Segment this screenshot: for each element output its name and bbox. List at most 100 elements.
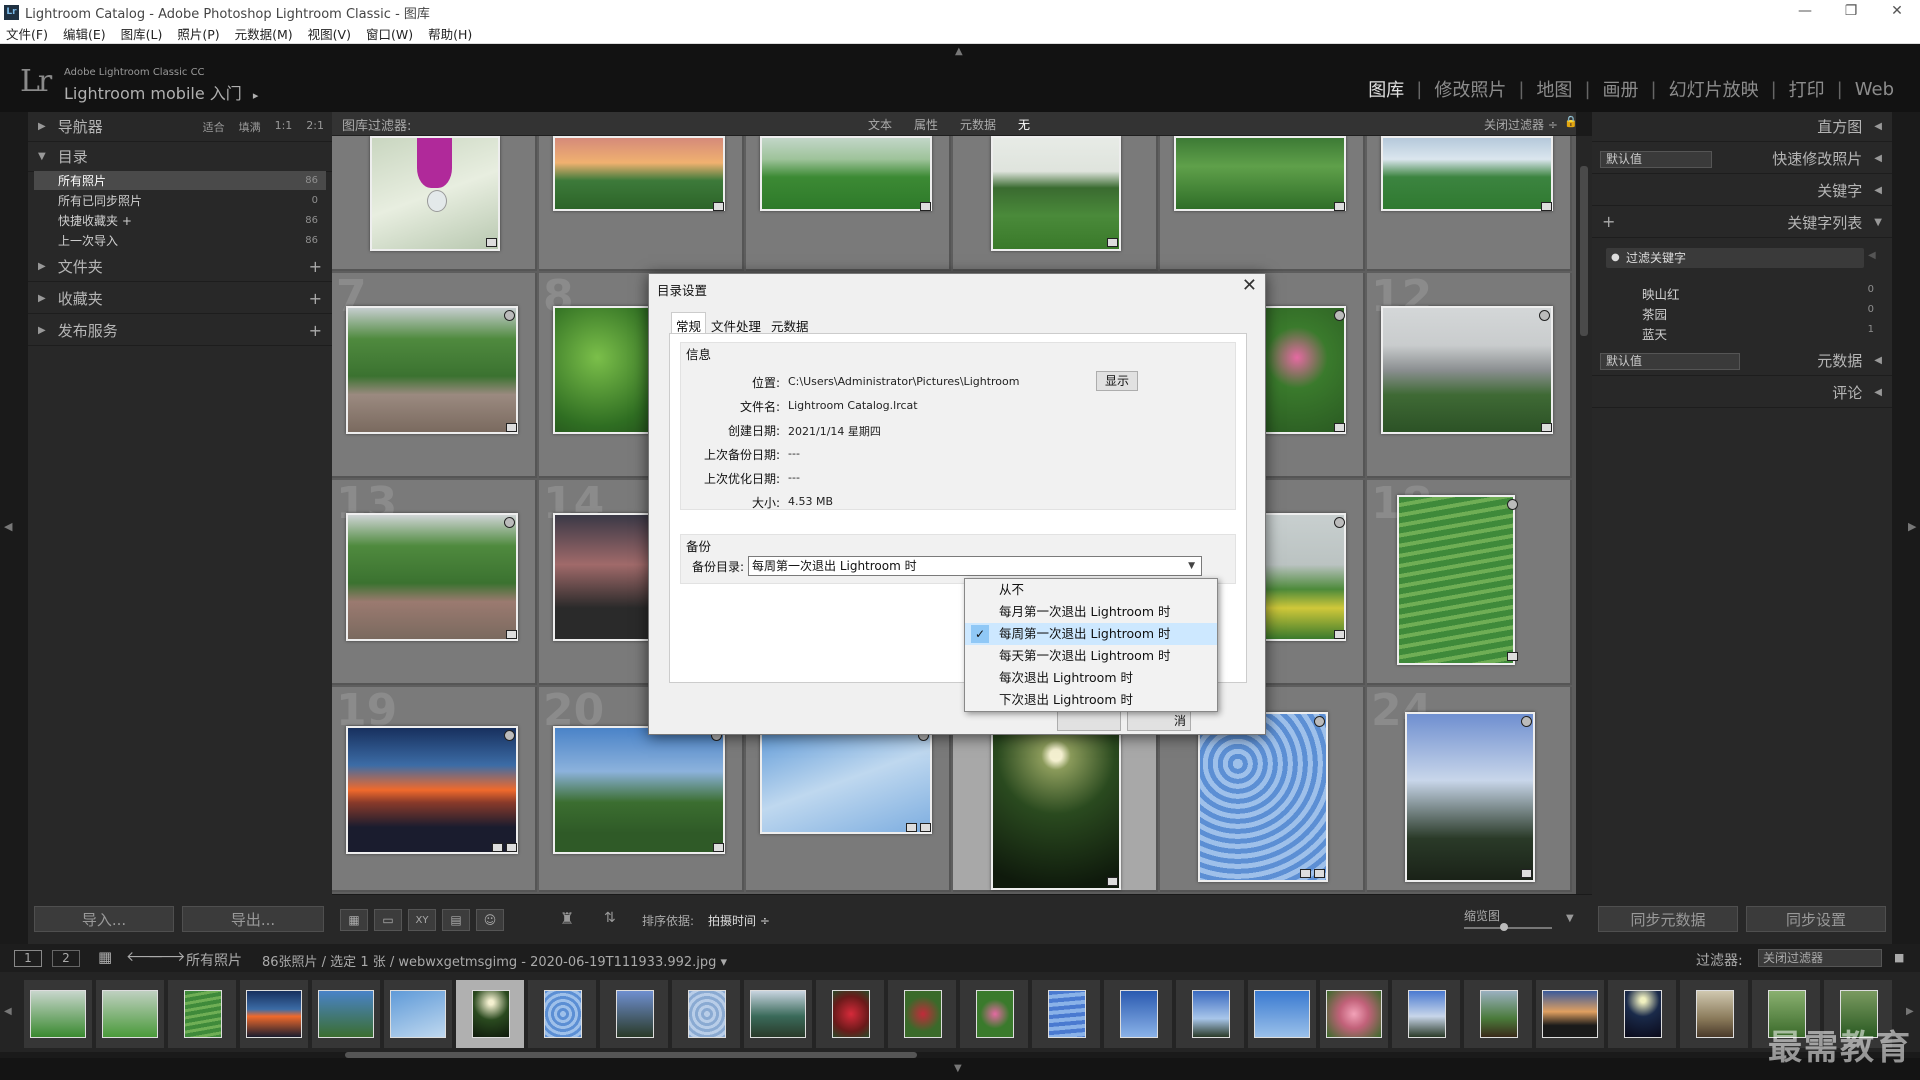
filmstrip-thumb[interactable] xyxy=(1176,980,1244,1048)
grid-cell[interactable] xyxy=(1160,136,1365,271)
menu-view[interactable]: 视图(V) xyxy=(308,24,351,43)
module-web[interactable]: Web xyxy=(1843,79,1906,100)
main-window-button[interactable]: 1 xyxy=(14,950,42,967)
keyword-list-header[interactable]: + 关键字列表 ▼ xyxy=(1592,208,1892,238)
filmstrip-thumb[interactable] xyxy=(1464,980,1532,1048)
minimize-button[interactable]: — xyxy=(1782,0,1828,24)
keyword-item[interactable]: 蓝天 1 xyxy=(1622,324,1882,343)
restore-button[interactable]: ❐ xyxy=(1828,0,1874,24)
module-map[interactable]: 地图 xyxy=(1524,76,1584,102)
collapse-right-icon[interactable]: ▶ xyxy=(1908,520,1916,533)
photo-thumbnail[interactable] xyxy=(760,136,932,211)
filmstrip-thumb[interactable] xyxy=(1320,980,1388,1048)
filmstrip-thumb[interactable] xyxy=(312,980,380,1048)
keyword-item[interactable]: 映山红 0 xyxy=(1622,284,1882,303)
comments-header[interactable]: 评论 ◀ xyxy=(1592,378,1892,408)
grid-scrollbar[interactable] xyxy=(1576,136,1592,894)
compare-view-icon[interactable]: XY xyxy=(408,909,436,931)
filter-text[interactable]: 文本 xyxy=(868,116,892,133)
metadata-header[interactable]: 默认值 元数据 ◀ xyxy=(1592,346,1892,376)
zoom-2-1[interactable]: 2:1 xyxy=(306,119,324,135)
filmstrip-thumb[interactable] xyxy=(600,980,668,1048)
filmstrip-thumb[interactable] xyxy=(672,980,740,1048)
menu-help[interactable]: 帮助(H) xyxy=(428,24,472,43)
photo-thumbnail[interactable] xyxy=(553,513,663,641)
scrollbar-thumb[interactable] xyxy=(1580,166,1588,336)
grid-cell[interactable] xyxy=(539,136,744,271)
add-collection-icon[interactable]: + xyxy=(309,289,322,308)
module-slideshow[interactable]: 幻灯片放映 xyxy=(1657,76,1771,102)
grid-cell[interactable] xyxy=(332,136,537,271)
cancel-button[interactable]: 消 xyxy=(1127,711,1191,731)
photo-thumbnail[interactable] xyxy=(370,136,500,251)
keywording-header[interactable]: 关键字 ◀ xyxy=(1592,176,1892,206)
filmstrip-thumb[interactable] xyxy=(96,980,164,1048)
filmstrip-thumb[interactable] xyxy=(1392,980,1460,1048)
module-develop[interactable]: 修改照片 xyxy=(1422,76,1518,102)
collapse-top-icon[interactable]: ▲ xyxy=(955,46,963,57)
histogram-header[interactable]: 直方图 ◀ xyxy=(1592,112,1892,142)
option-daily[interactable]: 每天第一次退出 Lightroom 时 xyxy=(965,645,1217,667)
filmstrip-thumb[interactable] xyxy=(168,980,236,1048)
quick-collection-marker-icon[interactable] xyxy=(1521,716,1532,727)
filter-keywords-input[interactable]: ● 过滤关键字 xyxy=(1606,248,1864,268)
photo-thumbnail[interactable] xyxy=(1174,136,1346,211)
filmstrip-thumb[interactable] xyxy=(240,980,308,1048)
backup-frequency-select[interactable]: 每周第一次退出 Lightroom 时 ▼ xyxy=(748,556,1202,576)
survey-view-icon[interactable]: ▤ xyxy=(442,909,470,931)
quick-collection-marker-icon[interactable] xyxy=(504,730,515,741)
clear-filter-icon[interactable]: ◀ xyxy=(1868,250,1876,261)
add-keyword-icon[interactable]: + xyxy=(1602,212,1615,231)
filmstrip-left-icon[interactable]: ◀ xyxy=(4,1006,12,1017)
collapse-left-icon[interactable]: ◀ xyxy=(4,520,12,533)
grid-cell[interactable] xyxy=(1367,136,1572,271)
thumbnail-size-slider[interactable] xyxy=(1464,927,1552,929)
grid-view-icon[interactable]: ▦ xyxy=(340,909,368,931)
toolbar-options-chevron-icon[interactable]: ▼ xyxy=(1566,913,1574,924)
quick-collection-marker-icon[interactable] xyxy=(1507,499,1518,510)
quick-collection-marker-icon[interactable] xyxy=(504,310,515,321)
dialog-close-icon[interactable]: ✕ xyxy=(1242,275,1257,296)
sort-direction-icon[interactable]: ⇅ xyxy=(604,910,616,926)
loupe-view-icon[interactable]: ▭ xyxy=(374,909,402,931)
filter-attribute[interactable]: 属性 xyxy=(914,116,938,133)
photo-thumbnail[interactable] xyxy=(553,136,725,211)
option-next-exit[interactable]: 下次退出 Lightroom 时 xyxy=(965,689,1217,711)
catalog-item-quick-collection[interactable]: 快捷收藏夹 + 86 xyxy=(34,211,326,230)
photo-thumbnail[interactable] xyxy=(1405,712,1535,882)
photo-thumbnail[interactable] xyxy=(991,720,1121,890)
photo-thumbnail[interactable] xyxy=(553,726,725,854)
filmstrip-thumb[interactable] xyxy=(1104,980,1172,1048)
show-location-button[interactable]: 显示 xyxy=(1096,371,1138,391)
filter-lock-icon[interactable]: ■ xyxy=(1894,951,1904,964)
grid-cell[interactable]: 12 xyxy=(1367,271,1572,478)
folders-header[interactable]: ▶ 文件夹 + xyxy=(28,252,332,282)
filmstrip-thumb[interactable] xyxy=(744,980,812,1048)
collapse-bottom-icon[interactable]: ▼ xyxy=(954,1063,962,1074)
add-publish-icon[interactable]: + xyxy=(309,321,322,340)
module-book[interactable]: 画册 xyxy=(1591,76,1651,102)
option-every-exit[interactable]: 每次退出 Lightroom 时 xyxy=(965,667,1217,689)
close-window-button[interactable]: ✕ xyxy=(1874,0,1920,24)
filter-none[interactable]: 无 xyxy=(1018,116,1030,133)
photo-thumbnail[interactable] xyxy=(346,306,518,434)
filmstrip-thumb[interactable] xyxy=(1248,980,1316,1048)
secondary-window-button[interactable]: 2 xyxy=(52,950,80,967)
filmstrip-thumb[interactable] xyxy=(888,980,956,1048)
grid-cell[interactable]: 13 xyxy=(332,478,537,685)
filmstrip-thumb[interactable] xyxy=(1608,980,1676,1048)
close-filter-dropdown[interactable]: 关闭过滤器 ÷ xyxy=(1484,116,1558,133)
photo-thumbnail[interactable] xyxy=(760,726,932,834)
filmstrip-thumb[interactable] xyxy=(1032,980,1100,1048)
menu-photo[interactable]: 照片(P) xyxy=(177,24,219,43)
lightroom-mobile-link[interactable]: Lightroom mobile 入门 ▸ xyxy=(64,80,258,104)
photo-thumbnail[interactable] xyxy=(553,306,663,434)
quick-collection-marker-icon[interactable] xyxy=(1334,310,1345,321)
menu-window[interactable]: 窗口(W) xyxy=(366,24,413,43)
publish-header[interactable]: ▶ 发布服务 + xyxy=(28,316,332,346)
quick-collection-marker-icon[interactable] xyxy=(1314,716,1325,727)
keyword-item[interactable]: 茶园 0 xyxy=(1622,304,1882,323)
saved-preset-dropdown[interactable]: 默认值 xyxy=(1600,151,1712,168)
quick-collection-marker-icon[interactable] xyxy=(504,517,515,528)
grid-cell[interactable]: 18 xyxy=(1367,478,1572,685)
